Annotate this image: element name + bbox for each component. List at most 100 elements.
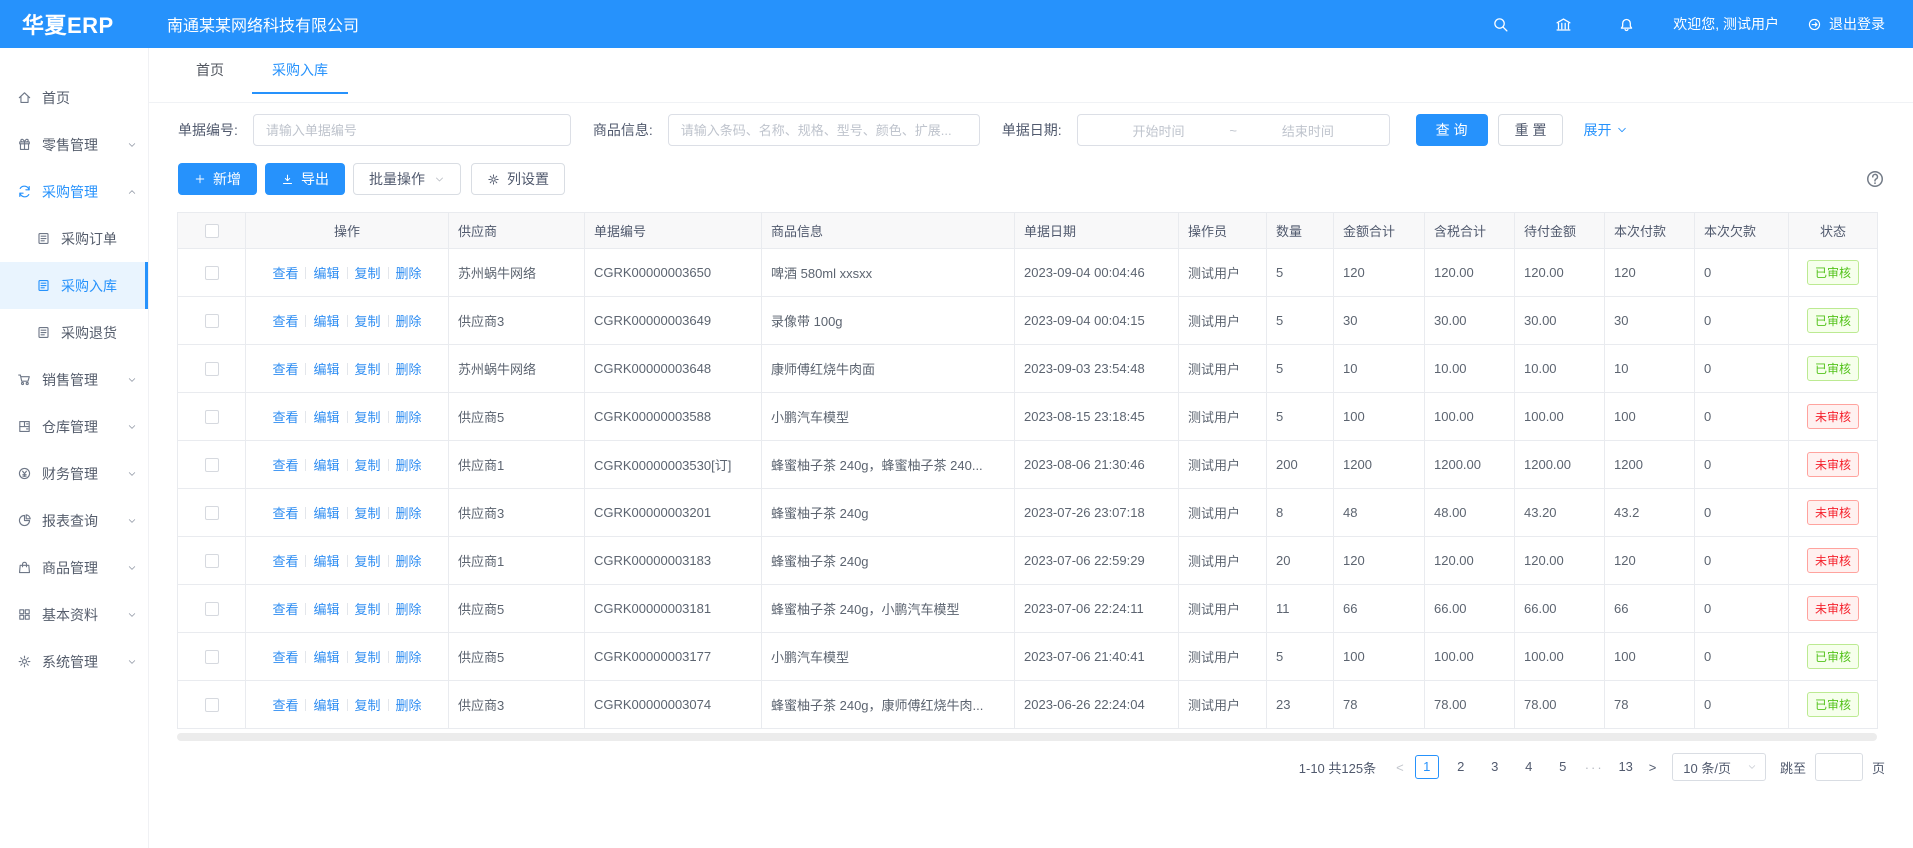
page-size-select[interactable]: 10 条/页 [1672, 753, 1766, 781]
prev-page-button[interactable]: < [1396, 760, 1404, 775]
export-button[interactable]: 导出 [265, 163, 345, 195]
copy-link[interactable]: 复制 [355, 602, 381, 617]
search-icon[interactable] [1492, 16, 1509, 33]
sidebar-item-retail[interactable]: 零售管理 [0, 121, 148, 168]
row-checkbox[interactable] [205, 602, 219, 616]
copy-link[interactable]: 复制 [355, 554, 381, 569]
copy-link[interactable]: 复制 [355, 698, 381, 713]
search-button[interactable]: 查 询 [1416, 114, 1488, 146]
jump-page-input[interactable] [1815, 753, 1863, 781]
copy-link[interactable]: 复制 [355, 266, 381, 281]
sidebar-item-sales[interactable]: 销售管理 [0, 356, 148, 403]
start-date-placeholder[interactable]: 开始时间 [1088, 121, 1230, 140]
view-link[interactable]: 查看 [272, 410, 298, 425]
page-button-2[interactable]: 2 [1449, 755, 1473, 779]
edit-link[interactable]: 编辑 [313, 554, 339, 569]
column-settings-button[interactable]: 列设置 [471, 163, 565, 195]
date-range-picker[interactable]: 开始时间 ~ 结束时间 [1077, 114, 1390, 146]
sidebar-item-basic-data[interactable]: 基本资料 [0, 591, 148, 638]
row-checkbox[interactable] [205, 314, 219, 328]
sidebar-item-purchase[interactable]: 采购管理 [0, 168, 148, 215]
sidebar-item-finance[interactable]: 财务管理 [0, 450, 148, 497]
row-checkbox[interactable] [205, 266, 219, 280]
copy-link[interactable]: 复制 [355, 506, 381, 521]
copy-link[interactable]: 复制 [355, 314, 381, 329]
view-link[interactable]: 查看 [272, 554, 298, 569]
next-page-button[interactable]: > [1649, 760, 1657, 775]
add-button[interactable]: 新增 [178, 163, 257, 195]
bell-icon[interactable] [1618, 16, 1635, 33]
sidebar-item-goods[interactable]: 商品管理 [0, 544, 148, 591]
edit-link[interactable]: 编辑 [313, 698, 339, 713]
copy-link[interactable]: 复制 [355, 362, 381, 377]
row-checkbox[interactable] [205, 362, 219, 376]
row-checkbox[interactable] [205, 650, 219, 664]
delete-link[interactable]: 删除 [396, 458, 422, 473]
sidebar-item-home[interactable]: 首页 [0, 74, 148, 121]
help-icon[interactable] [1865, 169, 1885, 189]
view-link[interactable]: 查看 [272, 314, 298, 329]
sidebar-item-warehouse[interactable]: 仓库管理 [0, 403, 148, 450]
logout-button[interactable]: 退出登录 [1807, 14, 1885, 34]
view-link[interactable]: 查看 [272, 458, 298, 473]
sidebar-item-purchase-return[interactable]: 采购退货 [0, 309, 148, 356]
edit-link[interactable]: 编辑 [313, 362, 339, 377]
tab-purchase-in[interactable]: 采购入库 [252, 48, 348, 94]
expand-toggle[interactable]: 展开 [1583, 120, 1628, 140]
product-info-input[interactable] [668, 114, 980, 146]
copy-link[interactable]: 复制 [355, 410, 381, 425]
view-link[interactable]: 查看 [272, 602, 298, 617]
edit-link[interactable]: 编辑 [313, 458, 339, 473]
copy-link[interactable]: 复制 [355, 650, 381, 665]
row-checkbox[interactable] [205, 698, 219, 712]
page-button-4[interactable]: 4 [1517, 755, 1541, 779]
edit-link[interactable]: 编辑 [313, 602, 339, 617]
view-link[interactable]: 查看 [272, 506, 298, 521]
delete-link[interactable]: 删除 [396, 314, 422, 329]
reset-button[interactable]: 重 置 [1498, 114, 1564, 146]
tab-home[interactable]: 首页 [176, 48, 244, 94]
row-checkbox[interactable] [205, 554, 219, 568]
view-link[interactable]: 查看 [272, 698, 298, 713]
delete-link[interactable]: 删除 [396, 410, 422, 425]
page-button-3[interactable]: 3 [1483, 755, 1507, 779]
bank-icon[interactable] [1555, 16, 1572, 33]
select-all-checkbox[interactable] [205, 224, 219, 238]
sidebar-item-purchase-order[interactable]: 采购订单 [0, 215, 148, 262]
delete-link[interactable]: 删除 [396, 362, 422, 377]
supplier-cell: 供应商5 [449, 585, 585, 633]
edit-link[interactable]: 编辑 [313, 410, 339, 425]
sidebar-item-label: 财务管理 [42, 464, 98, 484]
edit-link[interactable]: 编辑 [313, 314, 339, 329]
page-button-13[interactable]: 13 [1614, 755, 1638, 779]
copy-link[interactable]: 复制 [355, 458, 381, 473]
view-link[interactable]: 查看 [272, 362, 298, 377]
page-button-5[interactable]: 5 [1551, 755, 1575, 779]
delete-link[interactable]: 删除 [396, 650, 422, 665]
page-button-1[interactable]: 1 [1415, 755, 1439, 779]
edit-link[interactable]: 编辑 [313, 266, 339, 281]
horizontal-scrollbar[interactable] [177, 733, 1877, 741]
debt-cell: 0 [1695, 489, 1789, 537]
delete-link[interactable]: 删除 [396, 698, 422, 713]
link-separator [388, 651, 389, 663]
chevron-down-icon [127, 140, 137, 150]
sidebar-item-purchase-in[interactable]: 采购入库 [0, 262, 148, 309]
delete-link[interactable]: 删除 [396, 266, 422, 281]
edit-link[interactable]: 编辑 [313, 650, 339, 665]
row-checkbox[interactable] [205, 458, 219, 472]
sidebar-item-system[interactable]: 系统管理 [0, 638, 148, 685]
delete-link[interactable]: 删除 [396, 506, 422, 521]
row-checkbox[interactable] [205, 506, 219, 520]
delete-link[interactable]: 删除 [396, 554, 422, 569]
batch-actions-button[interactable]: 批量操作 [353, 163, 461, 195]
view-link[interactable]: 查看 [272, 650, 298, 665]
sidebar-item-reports[interactable]: 报表查询 [0, 497, 148, 544]
edit-link[interactable]: 编辑 [313, 506, 339, 521]
end-date-placeholder[interactable]: 结束时间 [1237, 121, 1379, 140]
page-ellipsis[interactable]: ··· [1585, 760, 1604, 775]
bill-no-input[interactable] [253, 114, 571, 146]
view-link[interactable]: 查看 [272, 266, 298, 281]
row-checkbox[interactable] [205, 410, 219, 424]
delete-link[interactable]: 删除 [396, 602, 422, 617]
